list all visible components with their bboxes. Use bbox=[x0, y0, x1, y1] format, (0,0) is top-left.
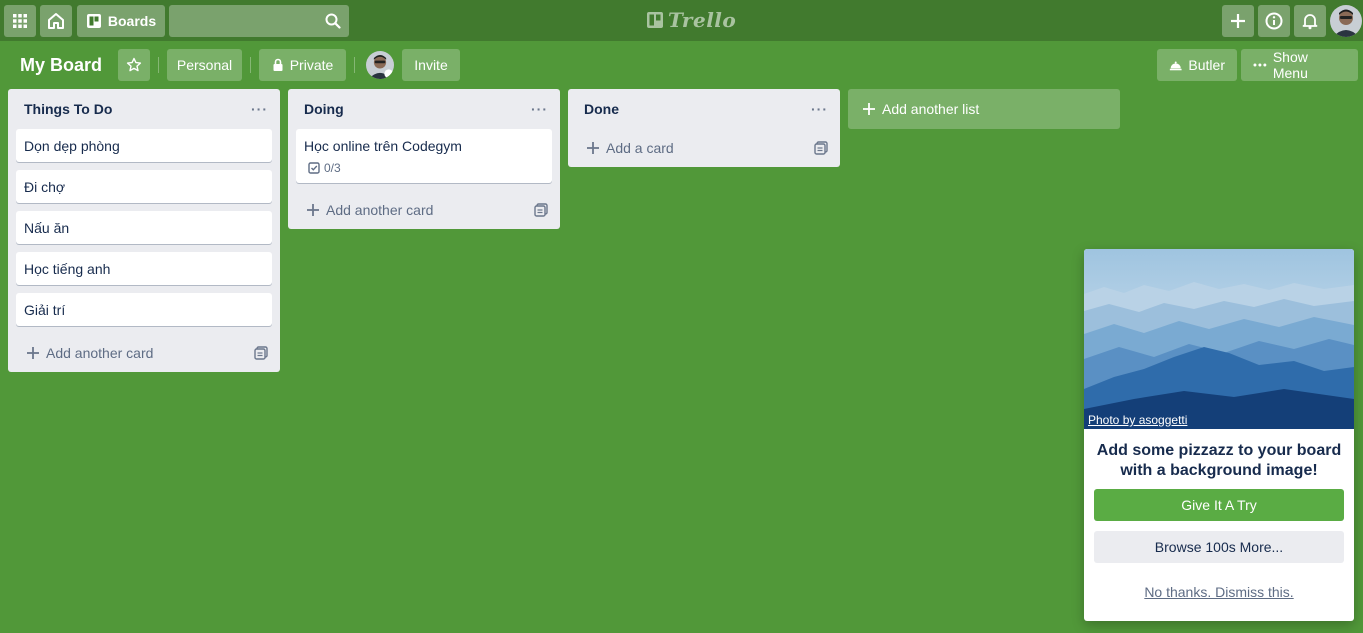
add-list-button[interactable]: Add another list bbox=[848, 89, 1120, 129]
card-title: Học tiếng anh bbox=[24, 261, 111, 277]
board-header-divider bbox=[250, 57, 251, 73]
add-card-button[interactable]: Add a card bbox=[586, 140, 674, 156]
list-doing: Doing ··· Học online trên Codegym 0/3 Ad… bbox=[288, 89, 560, 229]
team-visibility-button[interactable]: Personal bbox=[167, 49, 242, 81]
card[interactable]: Học tiếng anh bbox=[16, 252, 272, 285]
avatar-image bbox=[366, 51, 394, 79]
list-menu-icon[interactable]: ··· bbox=[251, 101, 268, 117]
search-input[interactable] bbox=[169, 5, 349, 37]
lock-icon bbox=[273, 58, 283, 71]
card-title: Học online trên Codegym bbox=[304, 138, 462, 154]
search-icon[interactable] bbox=[325, 13, 341, 29]
list-menu-icon[interactable]: ··· bbox=[811, 101, 828, 117]
info-button[interactable] bbox=[1258, 5, 1290, 37]
bell-icon bbox=[1302, 14, 1318, 30]
promo-heading: Add some pizzazz to your board with a ba… bbox=[1096, 442, 1342, 479]
add-card-button[interactable]: Add another card bbox=[306, 202, 433, 218]
list-menu-icon[interactable]: ··· bbox=[531, 101, 548, 117]
card-title: Nấu ăn bbox=[24, 220, 70, 236]
background-promo-popup: Photo by asoggetti Add some pizzazz to y… bbox=[1084, 249, 1354, 621]
add-card-row: Add a card bbox=[568, 129, 840, 167]
private-label: Private bbox=[289, 57, 334, 73]
card-title: Dọn dẹp phòng bbox=[24, 138, 120, 154]
card-template-icon[interactable] bbox=[254, 346, 268, 360]
butler-bell-icon bbox=[1169, 61, 1182, 71]
add-card-label: Add another card bbox=[46, 345, 154, 361]
star-icon bbox=[126, 57, 142, 72]
dismiss-link[interactable]: No thanks. Dismiss this. bbox=[1084, 584, 1354, 600]
board-header-divider bbox=[158, 57, 159, 73]
boards-label: Boards bbox=[107, 13, 157, 29]
plus-icon bbox=[307, 204, 319, 216]
plus-icon bbox=[863, 103, 875, 115]
mountain-landscape-image bbox=[1084, 249, 1354, 429]
card-title: Giải trí bbox=[24, 302, 66, 318]
add-card-label: Add a card bbox=[606, 140, 674, 156]
info-icon bbox=[1265, 12, 1283, 30]
add-card-label: Add another card bbox=[326, 202, 434, 218]
avatar-image bbox=[1330, 5, 1362, 37]
card[interactable]: Học online trên Codegym 0/3 bbox=[296, 129, 552, 183]
home-button[interactable] bbox=[40, 5, 72, 37]
boards-icon bbox=[86, 14, 101, 28]
search-box[interactable] bbox=[169, 5, 349, 37]
give-it-a-try-button[interactable]: Give It A Try bbox=[1094, 489, 1344, 521]
show-menu-button[interactable]: Show Menu bbox=[1241, 49, 1358, 81]
board-title[interactable]: My Board bbox=[20, 55, 102, 76]
card[interactable]: Dọn dẹp phòng bbox=[16, 129, 272, 162]
add-card-button[interactable]: Add another card bbox=[26, 345, 153, 361]
home-icon bbox=[48, 13, 64, 29]
member-avatar[interactable] bbox=[366, 51, 394, 79]
list-done: Done ··· Add a card bbox=[568, 89, 840, 167]
add-card-row: Add another card bbox=[8, 334, 280, 372]
card-title: Đi chợ bbox=[24, 179, 66, 195]
top-header: Boards Trello bbox=[0, 0, 1363, 41]
card[interactable]: Nấu ăn bbox=[16, 211, 272, 244]
checklist-count: 0/3 bbox=[324, 161, 341, 175]
card[interactable]: Giải trí bbox=[16, 293, 272, 326]
create-button[interactable] bbox=[1222, 5, 1254, 37]
card-badges: 0/3 bbox=[304, 161, 544, 175]
user-avatar[interactable] bbox=[1330, 5, 1362, 37]
boards-button[interactable]: Boards bbox=[77, 5, 165, 37]
card[interactable]: Đi chợ bbox=[16, 170, 272, 203]
logo-text: Trello bbox=[668, 8, 737, 32]
list-title[interactable]: Done bbox=[584, 101, 619, 117]
browse-more-button[interactable]: Browse 100s More... bbox=[1094, 531, 1344, 563]
personal-label: Personal bbox=[176, 57, 233, 73]
list-title[interactable]: Things To Do bbox=[24, 101, 112, 117]
list-header: Doing ··· bbox=[288, 89, 560, 129]
invite-label: Invite bbox=[414, 57, 448, 73]
plus-icon bbox=[587, 142, 599, 154]
star-button[interactable] bbox=[118, 49, 150, 81]
trello-logo[interactable]: Trello bbox=[646, 8, 736, 32]
plus-icon bbox=[27, 347, 39, 359]
plus-icon bbox=[1231, 14, 1245, 28]
show-menu-label: Show Menu bbox=[1272, 49, 1308, 81]
photo-credit-link[interactable]: Photo by asoggetti bbox=[1088, 413, 1187, 427]
grid-icon bbox=[13, 14, 27, 28]
list-header: Things To Do ··· bbox=[8, 89, 280, 129]
board-header-divider bbox=[354, 57, 355, 73]
list-things-to-do: Things To Do ··· Dọn dẹp phòng Đi chợ Nấ… bbox=[8, 89, 280, 372]
privacy-button[interactable]: Private bbox=[259, 49, 346, 81]
notifications-button[interactable] bbox=[1294, 5, 1326, 37]
apps-button[interactable] bbox=[4, 5, 36, 37]
add-card-row: Add another card bbox=[288, 191, 560, 229]
list-header: Done ··· bbox=[568, 89, 840, 129]
trello-logo-icon bbox=[647, 12, 663, 28]
butler-label: Butler bbox=[1188, 57, 1225, 73]
butler-button[interactable]: Butler bbox=[1157, 49, 1237, 81]
card-template-icon[interactable] bbox=[534, 203, 548, 217]
more-icon bbox=[1253, 63, 1267, 67]
card-template-icon[interactable] bbox=[814, 141, 828, 155]
invite-button[interactable]: Invite bbox=[402, 49, 460, 81]
checklist-icon bbox=[308, 162, 320, 174]
add-list-label: Add another list bbox=[882, 101, 980, 117]
promo-background-image: Photo by asoggetti bbox=[1084, 249, 1354, 429]
list-title[interactable]: Doing bbox=[304, 101, 344, 117]
